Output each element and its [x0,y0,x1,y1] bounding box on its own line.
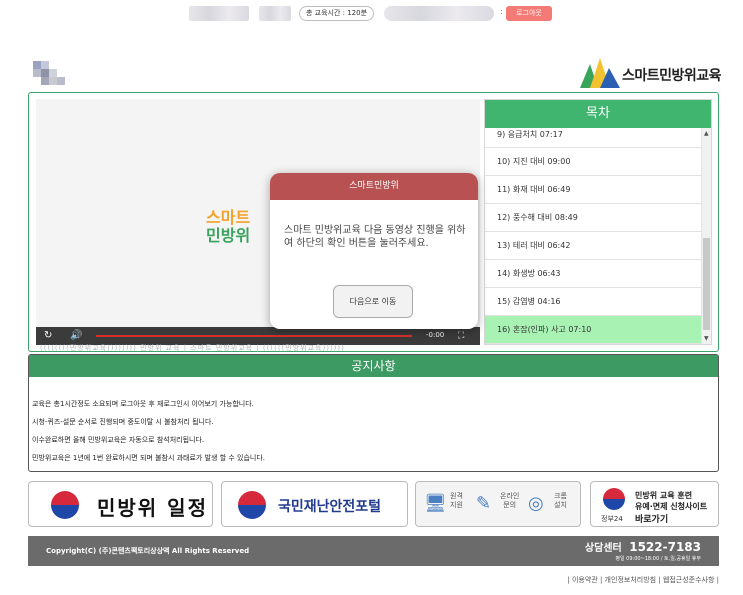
top-bar: 총 교육시간 : 120분 : 로그아웃 [0,6,743,22]
toc-item[interactable]: 9) 응급처치 07:17 [485,128,702,148]
cs-phone: 1522-7183 [629,540,701,554]
cs-hours: 평일 09:00~18:00 / 토,일,공휴일 휴무 [615,556,701,562]
modal-message: 스마트 민방위교육 다음 동영상 진행을 위하여 하단의 확인 버튼을 눌러주세… [284,225,466,249]
video-logo: 스마트 민방위 [206,209,250,245]
online-line1: 온라인 [500,492,520,500]
footer: Copyright(C) (주)콘텐츠팩토리상상액 All Rights Res… [28,536,719,566]
notice-item: 민방위교육은 1년에 1번 완료하시면 되며 불참시 과태료가 발생 할 수 있… [32,454,266,462]
brand-name: 스마트민방위교육 [622,68,722,84]
notice-title: 공지사항 [29,355,718,377]
gov24-emblem-icon [603,488,625,510]
footer-links[interactable]: | 이용약관 | 개인정보처리방침 | 웹접근성준수사항 | [567,575,719,585]
toc-item[interactable]: 12) 풍수해 대비 08:49 [485,204,702,232]
confirm-modal: 스마트민방위 스마트 민방위교육 다음 동영상 진행을 위하여 하단의 확인 버… [270,173,478,329]
copyright: Copyright(C) (주)콘텐츠팩토리상상액 All Rights Res… [46,547,250,555]
separator: : [500,7,503,16]
blurred-user-info [259,6,291,21]
toc-item[interactable]: 10) 지진 대비 09:00 [485,148,702,176]
logout-button[interactable]: 로그아웃 [506,6,552,21]
scroll-up-icon[interactable]: ▲ [704,130,709,137]
support-banner: 🖥 원격 지원 ✎ 온라인 문의 ◎ 크롬 설치 [415,481,581,527]
chrome-line2: 설치 [554,501,567,509]
fullscreen-icon[interactable]: ⛶ [458,330,464,342]
schedule-label: 민방위 일정 [97,496,208,520]
online-inquiry-icon[interactable]: ✎ [476,494,491,514]
portal-label: 국민재난안전포털 [278,499,382,515]
scroll-thumb[interactable] [703,238,710,330]
government-emblem-icon [238,491,266,519]
online-line2: 문의 [503,501,517,509]
time-remaining: -0:00 [426,331,445,339]
gov24-banner[interactable]: 정부24 민방위 교육 훈련 유예·면제 신청사이트 바로가기 [590,481,719,527]
remote-line2: 지원 [450,501,463,509]
cs-label: 상담센터 [584,543,622,554]
toc-item[interactable]: 11) 화재 대비 06:49 [485,176,702,204]
blurred-avatar [33,61,67,87]
toc-item[interactable]: 15) 감염병 04:16 [485,288,702,316]
chrome-icon[interactable]: ◎ [528,494,544,514]
scroll-down-icon[interactable]: ▼ [704,335,709,342]
progress-bar[interactable] [96,335,412,337]
toc-item[interactable]: 14) 화생방 06:43 [485,260,702,288]
toc-list: 9) 응급처치 07:17 10) 지진 대비 09:00 11) 화재 대비 … [485,128,702,344]
total-edu-time: 총 교육시간 : 120분 [299,6,375,21]
portal-banner[interactable]: 국민재난안전포털 [221,481,408,527]
gov24-label: 정부24 [601,515,623,523]
remote-support-link[interactable]: 원격 지원 [450,492,463,510]
table-of-contents: 목차 9) 응급처치 07:17 10) 지진 대비 09:00 11) 화재 … [484,99,712,345]
gov-line1: 민방위 교육 훈련 [635,491,693,500]
notice-box: 공지사항 교육은 총1시간정도 소요되며 로그아웃 후 재로그인시 이어보기 가… [28,354,719,472]
online-inquiry-link[interactable]: 온라인 문의 [500,492,519,510]
toc-item[interactable]: 13) 테러 대비 06:42 [485,232,702,260]
taegukgi-icon [51,491,79,519]
mountain-logo-icon [580,58,620,88]
customer-center: 상담센터 1522-7183 [585,539,701,554]
video-logo-line1: 스마트 [206,208,251,227]
replay-icon[interactable]: ↻ [44,330,52,342]
toc-scrollbar[interactable]: ▲ ▼ [701,128,711,344]
gov-line2: 유예·면제 신청사이트 [635,502,708,511]
schedule-banner[interactable]: 민방위 일정 [28,481,213,527]
notice-item: 이수완료하면 올해 민방위교육은 자동으로 참석처리됩니다. [32,436,205,444]
notice-list: 교육은 총1시간정도 소요되며 로그아웃 후 재로그인시 이어보기 가능합니다.… [32,395,265,467]
toc-item-active[interactable]: 16) 혼잡(인파) 사고 07:10 [485,316,702,344]
remote-support-icon[interactable]: 🖥 [424,494,447,514]
brand-logo[interactable]: 스마트민방위교육 [580,58,722,88]
toc-title: 목차 [485,100,711,128]
notice-item: 교육은 총1시간정도 소요되며 로그아웃 후 재로그인시 이어보기 가능합니다. [32,400,254,408]
video-logo-line2: 민방위 [206,226,251,245]
blurred-user-info [189,6,249,21]
volume-icon[interactable]: 🔊 [70,330,82,342]
modal-title: 스마트민방위 [270,173,478,200]
notice-item: 시청-퀴즈-설문 순서로 진행되며 중도이탈 시 불참처리 됩니다. [32,418,214,426]
next-button[interactable]: 다음으로 이동 [333,285,413,318]
remote-line1: 원격 [450,492,463,500]
gov-line3: 바로가기 [635,515,669,525]
blurred-session-info [384,6,494,21]
chrome-line1: 크롬 [554,492,567,500]
chrome-install-link[interactable]: 크롬 설치 [554,492,567,510]
